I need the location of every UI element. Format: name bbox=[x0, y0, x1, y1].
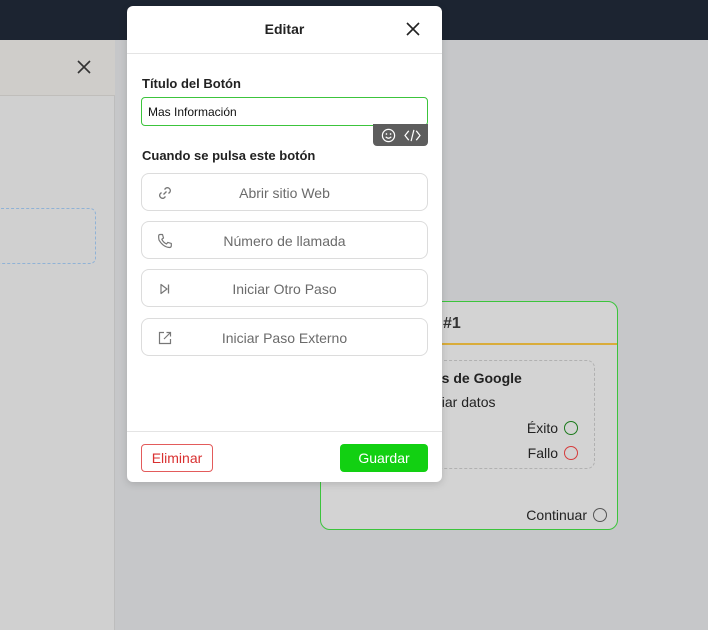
side-panel-block[interactable]: › bbox=[0, 208, 96, 264]
fail-port[interactable] bbox=[564, 446, 578, 460]
close-icon[interactable] bbox=[75, 58, 93, 76]
edit-button-modal: Editar Título del Botón Cuando se pulsa … bbox=[127, 6, 442, 482]
actions-label: Cuando se pulsa este botón bbox=[142, 148, 316, 163]
action-phone-call[interactable]: Número de llamada bbox=[141, 221, 428, 259]
fail-label: Fallo bbox=[527, 445, 558, 461]
action-label: Abrir sitio Web bbox=[239, 185, 330, 201]
success-label: Éxito bbox=[526, 420, 558, 436]
action-start-external-step[interactable]: Iniciar Paso Externo bbox=[141, 318, 428, 356]
continue-output[interactable]: Continuar bbox=[526, 507, 607, 523]
modal-header: Editar bbox=[127, 6, 442, 54]
side-panel-header bbox=[0, 40, 115, 96]
success-port[interactable] bbox=[564, 421, 578, 435]
node-block-title: jas de Google bbox=[430, 370, 522, 386]
input-toolbar bbox=[373, 124, 428, 146]
action-start-other-step[interactable]: Iniciar Otro Paso bbox=[141, 269, 428, 307]
action-label: Número de llamada bbox=[223, 233, 346, 249]
continue-label: Continuar bbox=[526, 507, 587, 523]
action-label: Iniciar Paso Externo bbox=[221, 330, 348, 346]
action-label: Iniciar Otro Paso bbox=[232, 281, 337, 297]
side-panel: › bbox=[0, 40, 115, 630]
close-icon[interactable] bbox=[404, 20, 422, 38]
modal-title: Editar bbox=[264, 21, 305, 37]
emoji-icon[interactable] bbox=[380, 126, 398, 144]
delete-button[interactable]: Eliminar bbox=[141, 444, 213, 472]
button-title-label: Título del Botón bbox=[142, 76, 241, 91]
continue-port[interactable] bbox=[593, 508, 607, 522]
modal-footer: Eliminar Guardar bbox=[127, 431, 442, 482]
save-button[interactable]: Guardar bbox=[340, 444, 428, 472]
success-output[interactable]: Éxito bbox=[527, 420, 578, 436]
code-icon[interactable] bbox=[403, 126, 421, 144]
action-open-website[interactable]: Abrir sitio Web bbox=[141, 173, 428, 211]
fail-output[interactable]: Fallo bbox=[528, 445, 578, 461]
button-title-input[interactable] bbox=[141, 97, 428, 126]
